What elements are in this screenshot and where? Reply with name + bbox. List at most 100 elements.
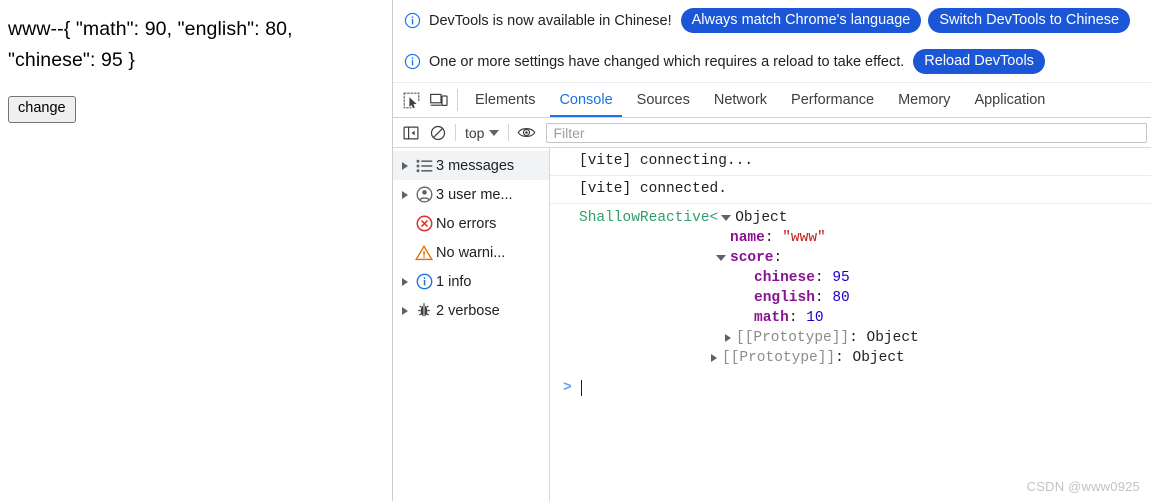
text-cursor [580, 380, 582, 396]
object-type-label: Object [735, 210, 788, 226]
clear-console-icon[interactable] [424, 119, 451, 146]
console-toolbar: top [393, 118, 1151, 148]
object-prototype-row[interactable]: [[Prototype]] : Object [579, 348, 1151, 368]
tabstrip-divider [457, 89, 458, 111]
tab-label: Performance [791, 92, 875, 108]
info-circle-icon [404, 53, 421, 70]
sidebar-item-label: 3 messages [436, 157, 515, 174]
property-key: score [730, 250, 774, 266]
property-value: 80 [832, 290, 850, 306]
user-message-icon [412, 186, 436, 203]
property-key: english [754, 290, 815, 306]
object-header-row[interactable]: ShallowReactive< Object > [579, 208, 1151, 228]
tab-sources[interactable]: Sources [625, 83, 702, 117]
property-key: math [754, 310, 789, 326]
always-match-chrome-language-button[interactable]: Always match Chrome's language [680, 7, 922, 34]
change-button[interactable]: change [8, 96, 76, 123]
object-property-english[interactable]: english : 80 [579, 288, 1151, 308]
property-key: chinese [754, 270, 815, 286]
prompt-arrow-icon: > [563, 380, 572, 396]
screenshot-root: www--{ "math": 90, "english": 80, "chine… [0, 0, 1151, 501]
sidebar-item-warnings[interactable]: No warni... [393, 238, 549, 267]
page-output-text: www--{ "math": 90, "english": 80, "chine… [8, 18, 293, 71]
object-property-score[interactable]: score : [579, 248, 1151, 268]
tab-network[interactable]: Network [702, 83, 779, 117]
expand-arrow-icon[interactable] [725, 334, 731, 342]
property-colon: : [814, 270, 824, 286]
sidebar-item-user-messages[interactable]: 3 user me... [393, 180, 549, 209]
chevron-down-icon [489, 129, 500, 136]
toolbar-divider [508, 124, 510, 141]
expand-arrow-icon[interactable] [398, 277, 412, 286]
filter-input[interactable] [546, 122, 1147, 143]
create-live-expression-icon[interactable] [513, 119, 540, 146]
tab-label: Memory [898, 92, 951, 108]
property-value: 95 [832, 270, 850, 286]
prototype-value: : Object [849, 330, 919, 346]
notification-text: DevTools is now available in Chinese! [429, 12, 672, 29]
expand-arrow-icon[interactable] [398, 190, 412, 199]
console-message: [vite] connected. [550, 176, 1151, 204]
warning-icon [412, 244, 436, 261]
reload-devtools-button[interactable]: Reload DevTools [913, 48, 1045, 75]
tab-elements[interactable]: Elements [463, 83, 547, 117]
tab-performance[interactable]: Performance [779, 83, 886, 117]
property-colon: : [764, 230, 774, 246]
switch-devtools-to-chinese-button[interactable]: Switch DevTools to Chinese [928, 7, 1131, 34]
error-icon [412, 215, 436, 232]
tab-label: Elements [475, 92, 536, 108]
inspect-element-icon[interactable] [397, 83, 425, 117]
tab-console[interactable]: Console [547, 83, 624, 117]
info-icon [412, 273, 436, 290]
console-message: [vite] connecting... [550, 148, 1151, 176]
sidebar-item-label: No warni... [436, 244, 506, 261]
property-colon: : [773, 250, 783, 266]
sidebar-item-verbose[interactable]: 2 verbose [393, 296, 549, 325]
score-prototype-row[interactable]: [[Prototype]] : Object [579, 328, 1151, 348]
sidebar-item-label: 3 user me... [436, 186, 513, 203]
sidebar-item-errors[interactable]: No errors [393, 209, 549, 238]
property-colon: : [814, 290, 824, 306]
sidebar-item-label: 1 info [436, 273, 472, 290]
object-property-chinese[interactable]: chinese : 95 [579, 268, 1151, 288]
devtools-panel: DevTools is now available in Chinese! Al… [392, 0, 1151, 501]
devtools-tabstrip: Elements Console Sources Network Perform… [393, 82, 1151, 118]
expand-arrow-icon[interactable] [398, 306, 412, 315]
object-property-name[interactable]: name : "www" [579, 228, 1151, 248]
sidebar-item-messages[interactable]: 3 messages [393, 151, 549, 180]
console-message-list: [vite] connecting... [vite] connected. S… [550, 148, 1151, 501]
watermark: CSDN @www0925 [1026, 479, 1140, 494]
console-prompt[interactable]: > [550, 372, 1151, 396]
tab-label: Sources [636, 92, 690, 108]
sidebar-item-info[interactable]: 1 info [393, 267, 549, 296]
property-key: name [730, 230, 765, 246]
prototype-label: [[Prototype]] [736, 330, 850, 346]
shallow-reactive-label: ShallowReactive< [579, 210, 719, 226]
collapse-arrow-icon[interactable] [721, 215, 732, 221]
notification-banner-reload: One or more settings have changed which … [393, 41, 1151, 82]
prototype-value: : Object [835, 350, 905, 366]
tab-application[interactable]: Application [962, 83, 1057, 117]
notification-text: One or more settings have changed which … [429, 53, 905, 70]
device-toolbar-icon[interactable] [425, 83, 453, 117]
console-object-message: ShallowReactive< Object > name : "www" s… [550, 204, 1151, 372]
collapse-arrow-icon[interactable] [716, 255, 726, 261]
console-sidebar: 3 messages 3 user me... No errors No war… [393, 148, 550, 501]
execution-context-label: top [465, 124, 485, 141]
show-console-sidebar-icon[interactable] [397, 119, 424, 146]
tab-label: Network [713, 92, 768, 108]
verbose-bug-icon [412, 302, 436, 319]
execution-context-selector[interactable]: top [460, 125, 504, 141]
sidebar-item-label: 2 verbose [436, 302, 500, 319]
tab-label: Application [974, 92, 1046, 108]
object-property-math[interactable]: math : 10 [579, 308, 1151, 328]
tab-memory[interactable]: Memory [886, 83, 962, 117]
notification-banner-language: DevTools is now available in Chinese! Al… [393, 0, 1151, 41]
sidebar-item-label: No errors [436, 215, 497, 232]
console-body: 3 messages 3 user me... No errors No war… [393, 148, 1151, 501]
expand-arrow-icon[interactable] [398, 161, 412, 170]
browser-page-viewport: www--{ "math": 90, "english": 80, "chine… [0, 0, 392, 501]
devtools-notification-area: DevTools is now available in Chinese! Al… [393, 0, 1151, 82]
expand-arrow-icon[interactable] [711, 354, 717, 362]
toolbar-divider [455, 124, 456, 141]
